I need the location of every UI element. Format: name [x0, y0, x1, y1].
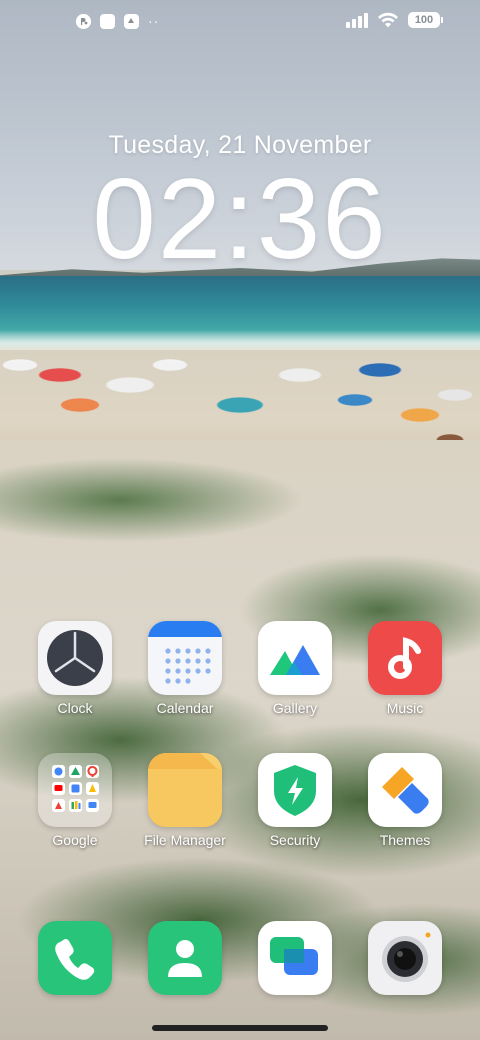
gallery-icon: [258, 621, 332, 695]
app-security[interactable]: Security: [245, 753, 345, 848]
camera-icon: [368, 921, 442, 995]
app-label-file-manager: File Manager: [144, 832, 226, 848]
status-bar: ·· 100: [0, 0, 480, 44]
contacts-icon: [148, 921, 222, 995]
more-notifications-indicator: ··: [148, 13, 160, 29]
home-indicator[interactable]: [152, 1025, 328, 1031]
folder-icon: [148, 753, 222, 827]
app-label-calendar: Calendar: [156, 700, 214, 716]
dock-contacts[interactable]: [135, 921, 235, 995]
dock-phone[interactable]: [25, 921, 125, 995]
app-label-themes: Themes: [379, 832, 431, 848]
wifi-icon: [377, 12, 399, 28]
phone-icon: [38, 921, 112, 995]
app-label-google: Google: [52, 832, 98, 848]
app-calendar[interactable]: Calendar: [135, 621, 235, 716]
app-file-manager[interactable]: File Manager: [135, 753, 235, 848]
security-shield-icon: [258, 753, 332, 827]
app-label-gallery: Gallery: [272, 700, 318, 716]
notification-square-icon: [100, 14, 115, 29]
app-label-security: Security: [269, 832, 321, 848]
app-music[interactable]: Music: [355, 621, 455, 716]
google-folder-icon: [38, 753, 112, 827]
folder-google[interactable]: Google: [25, 753, 125, 848]
upload-icon: [124, 14, 139, 29]
dock-messages[interactable]: [245, 921, 345, 995]
messages-icon: [258, 921, 332, 995]
battery-indicator: 100: [408, 12, 443, 28]
dock-camera[interactable]: [355, 921, 455, 995]
cellular-signal-icon: [346, 12, 368, 28]
app-themes[interactable]: Themes: [355, 753, 455, 848]
app-label-clock: Clock: [57, 700, 93, 716]
clock-icon: [38, 621, 112, 695]
music-icon: [368, 621, 442, 695]
themes-paintbrush-icon: [368, 753, 442, 827]
app-gallery[interactable]: Gallery: [245, 621, 345, 716]
calendar-icon: [148, 621, 222, 695]
app-clock[interactable]: Clock: [25, 621, 125, 716]
data-saver-icon: [76, 14, 91, 29]
lockscreen-clock: 02:36: [92, 156, 388, 283]
app-label-music: Music: [386, 700, 424, 716]
